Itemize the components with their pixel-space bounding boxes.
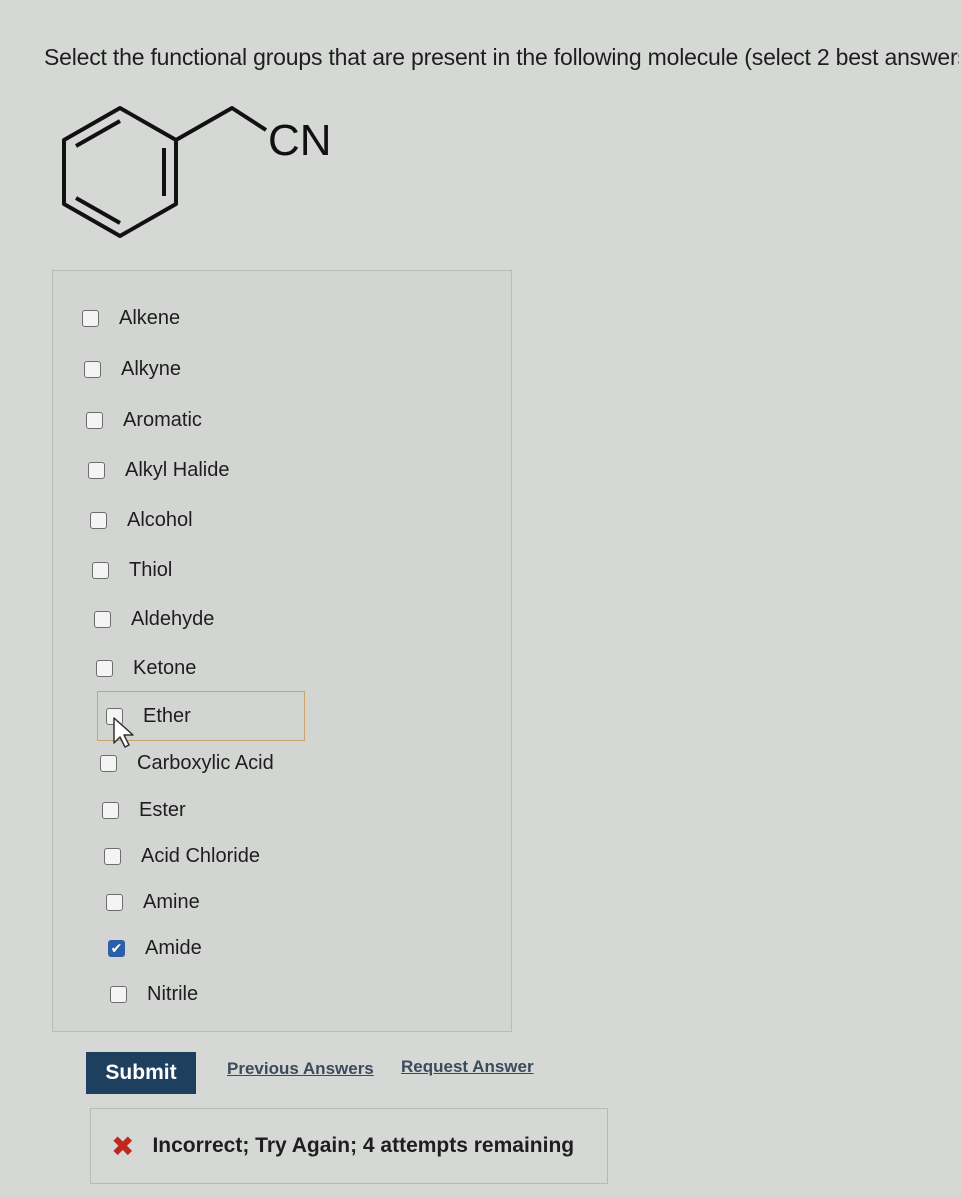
option-acid-chloride[interactable]: Acid Chloride: [104, 836, 260, 876]
question-text: Select the functional groups that are pr…: [44, 44, 959, 70]
option-aldehyde[interactable]: Aldehyde: [94, 599, 214, 639]
option-ketone[interactable]: Ketone: [96, 648, 196, 688]
checkbox[interactable]: [104, 847, 121, 865]
checkbox[interactable]: [100, 754, 117, 772]
checkbox[interactable]: [92, 561, 109, 579]
checkbox[interactable]: [86, 411, 103, 429]
option-amine[interactable]: Amine: [106, 882, 200, 922]
option-label: Thiol: [129, 558, 173, 581]
option-alkene[interactable]: Alkene: [82, 298, 180, 338]
option-carboxylic-acid[interactable]: Carboxylic Acid: [100, 743, 274, 783]
option-nitrile[interactable]: Nitrile: [110, 974, 198, 1014]
option-label: Ester: [139, 798, 186, 821]
option-label: Aromatic: [123, 408, 202, 431]
checkbox[interactable]: [110, 985, 127, 1003]
option-label: Amide: [145, 936, 202, 959]
option-label: Nitrile: [147, 982, 199, 1005]
option-label: Alcohol: [127, 508, 193, 531]
option-label: Aldehyde: [131, 607, 215, 630]
x-icon: ✖: [111, 1130, 135, 1162]
checkbox[interactable]: [96, 659, 113, 677]
option-label: Carboxylic Acid: [137, 751, 274, 774]
option-label: Ketone: [133, 656, 197, 679]
option-label: Alkyl Halide: [125, 458, 230, 481]
option-aromatic[interactable]: Aromatic: [86, 400, 202, 440]
checkbox[interactable]: [84, 360, 101, 378]
option-alcohol[interactable]: Alcohol: [90, 500, 193, 540]
checkbox[interactable]: [106, 707, 123, 725]
option-label: Ether: [143, 704, 191, 727]
checkbox[interactable]: [106, 893, 123, 911]
submit-button[interactable]: Submit: [86, 1052, 196, 1094]
molecule-label: CN: [268, 116, 332, 165]
checkbox[interactable]: [102, 801, 119, 819]
option-label: Alkene: [119, 306, 181, 329]
option-thiol[interactable]: Thiol: [92, 550, 172, 590]
option-ether[interactable]: Ether: [97, 691, 305, 741]
request-answer-link[interactable]: Request Answer: [401, 1057, 534, 1077]
feedback-box: ✖ Incorrect; Try Again; 4 attempts remai…: [90, 1108, 608, 1184]
checkbox[interactable]: [82, 309, 99, 327]
previous-answers-link[interactable]: Previous Answers: [227, 1059, 374, 1079]
option-label: Acid Chloride: [141, 844, 260, 867]
option-amide[interactable]: ✔ Amide: [108, 928, 202, 968]
checkbox[interactable]: [88, 461, 105, 479]
checkbox[interactable]: [90, 511, 107, 529]
option-label: Alkyne: [121, 357, 182, 380]
option-alkyl-halide[interactable]: Alkyl Halide: [88, 450, 229, 490]
feedback-text: Incorrect; Try Again; 4 attempts remaini…: [152, 1134, 575, 1157]
checkbox-checked[interactable]: ✔: [108, 939, 125, 957]
option-label: Amine: [143, 890, 200, 913]
option-ester[interactable]: Ester: [102, 790, 186, 830]
option-alkyne[interactable]: Alkyne: [84, 349, 181, 389]
checkbox[interactable]: [94, 610, 111, 628]
